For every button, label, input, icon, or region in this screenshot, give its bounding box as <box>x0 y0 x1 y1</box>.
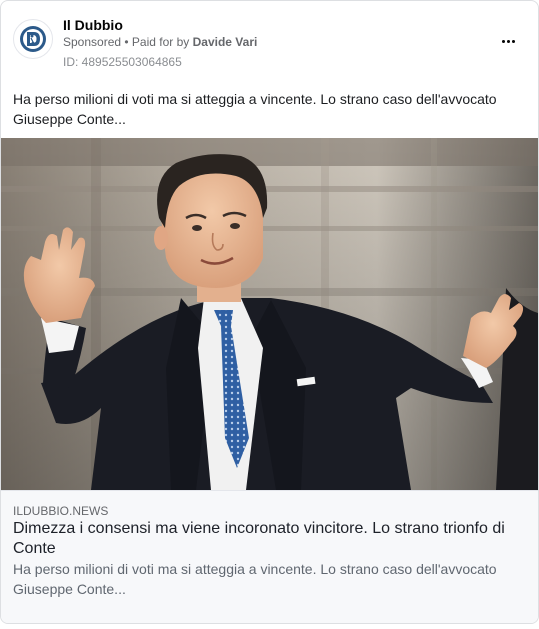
post-header: Il Dubbio Sponsored • Paid for by Davide… <box>1 1 538 81</box>
link-title[interactable]: Dimezza i consensi ma viene incoronato v… <box>13 519 518 559</box>
man-raising-hands-photo <box>1 138 538 490</box>
page-avatar[interactable] <box>13 19 53 59</box>
link-description: Ha perso milioni di voti ma si atteggia … <box>13 561 497 597</box>
post-body-text: Ha perso milioni di voti ma si atteggia … <box>13 91 497 127</box>
link-domain: ILDUBBIO.NEWS <box>13 504 109 518</box>
payer-name: Davide Vari <box>192 35 258 49</box>
more-options-icon <box>501 39 516 43</box>
sponsor-line: Sponsored • Paid for by Davide Vari <box>63 34 257 50</box>
more-options-button[interactable] <box>496 29 520 53</box>
separator-dot: • <box>121 35 132 49</box>
link-preview[interactable]: ILDUBBIO.NEWS Dimezza i consensi ma vien… <box>1 490 538 623</box>
ad-image[interactable] <box>1 138 538 490</box>
paid-for-label: Paid for by <box>131 35 193 49</box>
sponsored-label: Sponsored <box>63 35 122 49</box>
page-name[interactable]: Il Dubbio <box>63 16 123 34</box>
il-dubbio-logo-icon <box>20 26 46 52</box>
ad-id: ID: 489525503064865 <box>63 55 182 69</box>
ad-card: Il Dubbio Sponsored • Paid for by Davide… <box>0 0 539 624</box>
